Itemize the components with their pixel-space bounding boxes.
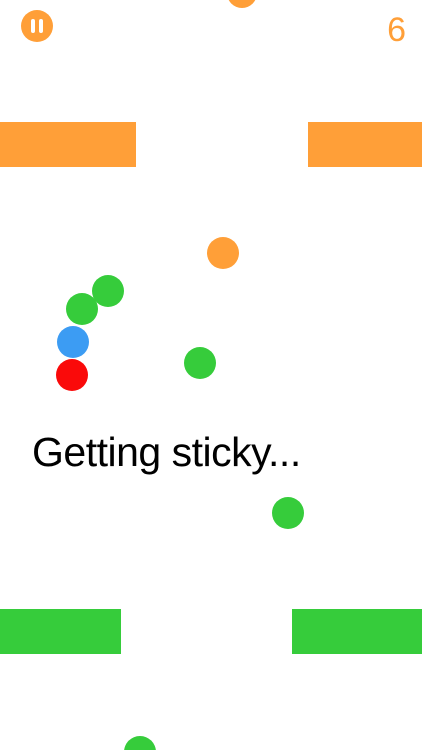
score-counter: 6: [387, 11, 406, 49]
pause-icon: [39, 19, 43, 33]
green-ball: [184, 347, 216, 379]
pause-button[interactable]: [21, 10, 53, 42]
green-ball: [272, 497, 304, 529]
orange-ball: [207, 237, 239, 269]
green-barrier-left: [0, 609, 121, 654]
snake-body-ball: [66, 293, 98, 325]
orange-ball: [227, 0, 257, 8]
green-barrier-right: [292, 609, 422, 654]
orange-barrier-right: [308, 122, 422, 167]
snake-body-ball: [57, 326, 89, 358]
pause-icon: [31, 19, 35, 33]
green-ball: [124, 736, 156, 750]
orange-barrier-left: [0, 122, 136, 167]
game-stage[interactable]: 6 Getting sticky...: [0, 0, 422, 750]
status-message: Getting sticky...: [32, 429, 301, 475]
snake-head-ball: [56, 359, 88, 391]
